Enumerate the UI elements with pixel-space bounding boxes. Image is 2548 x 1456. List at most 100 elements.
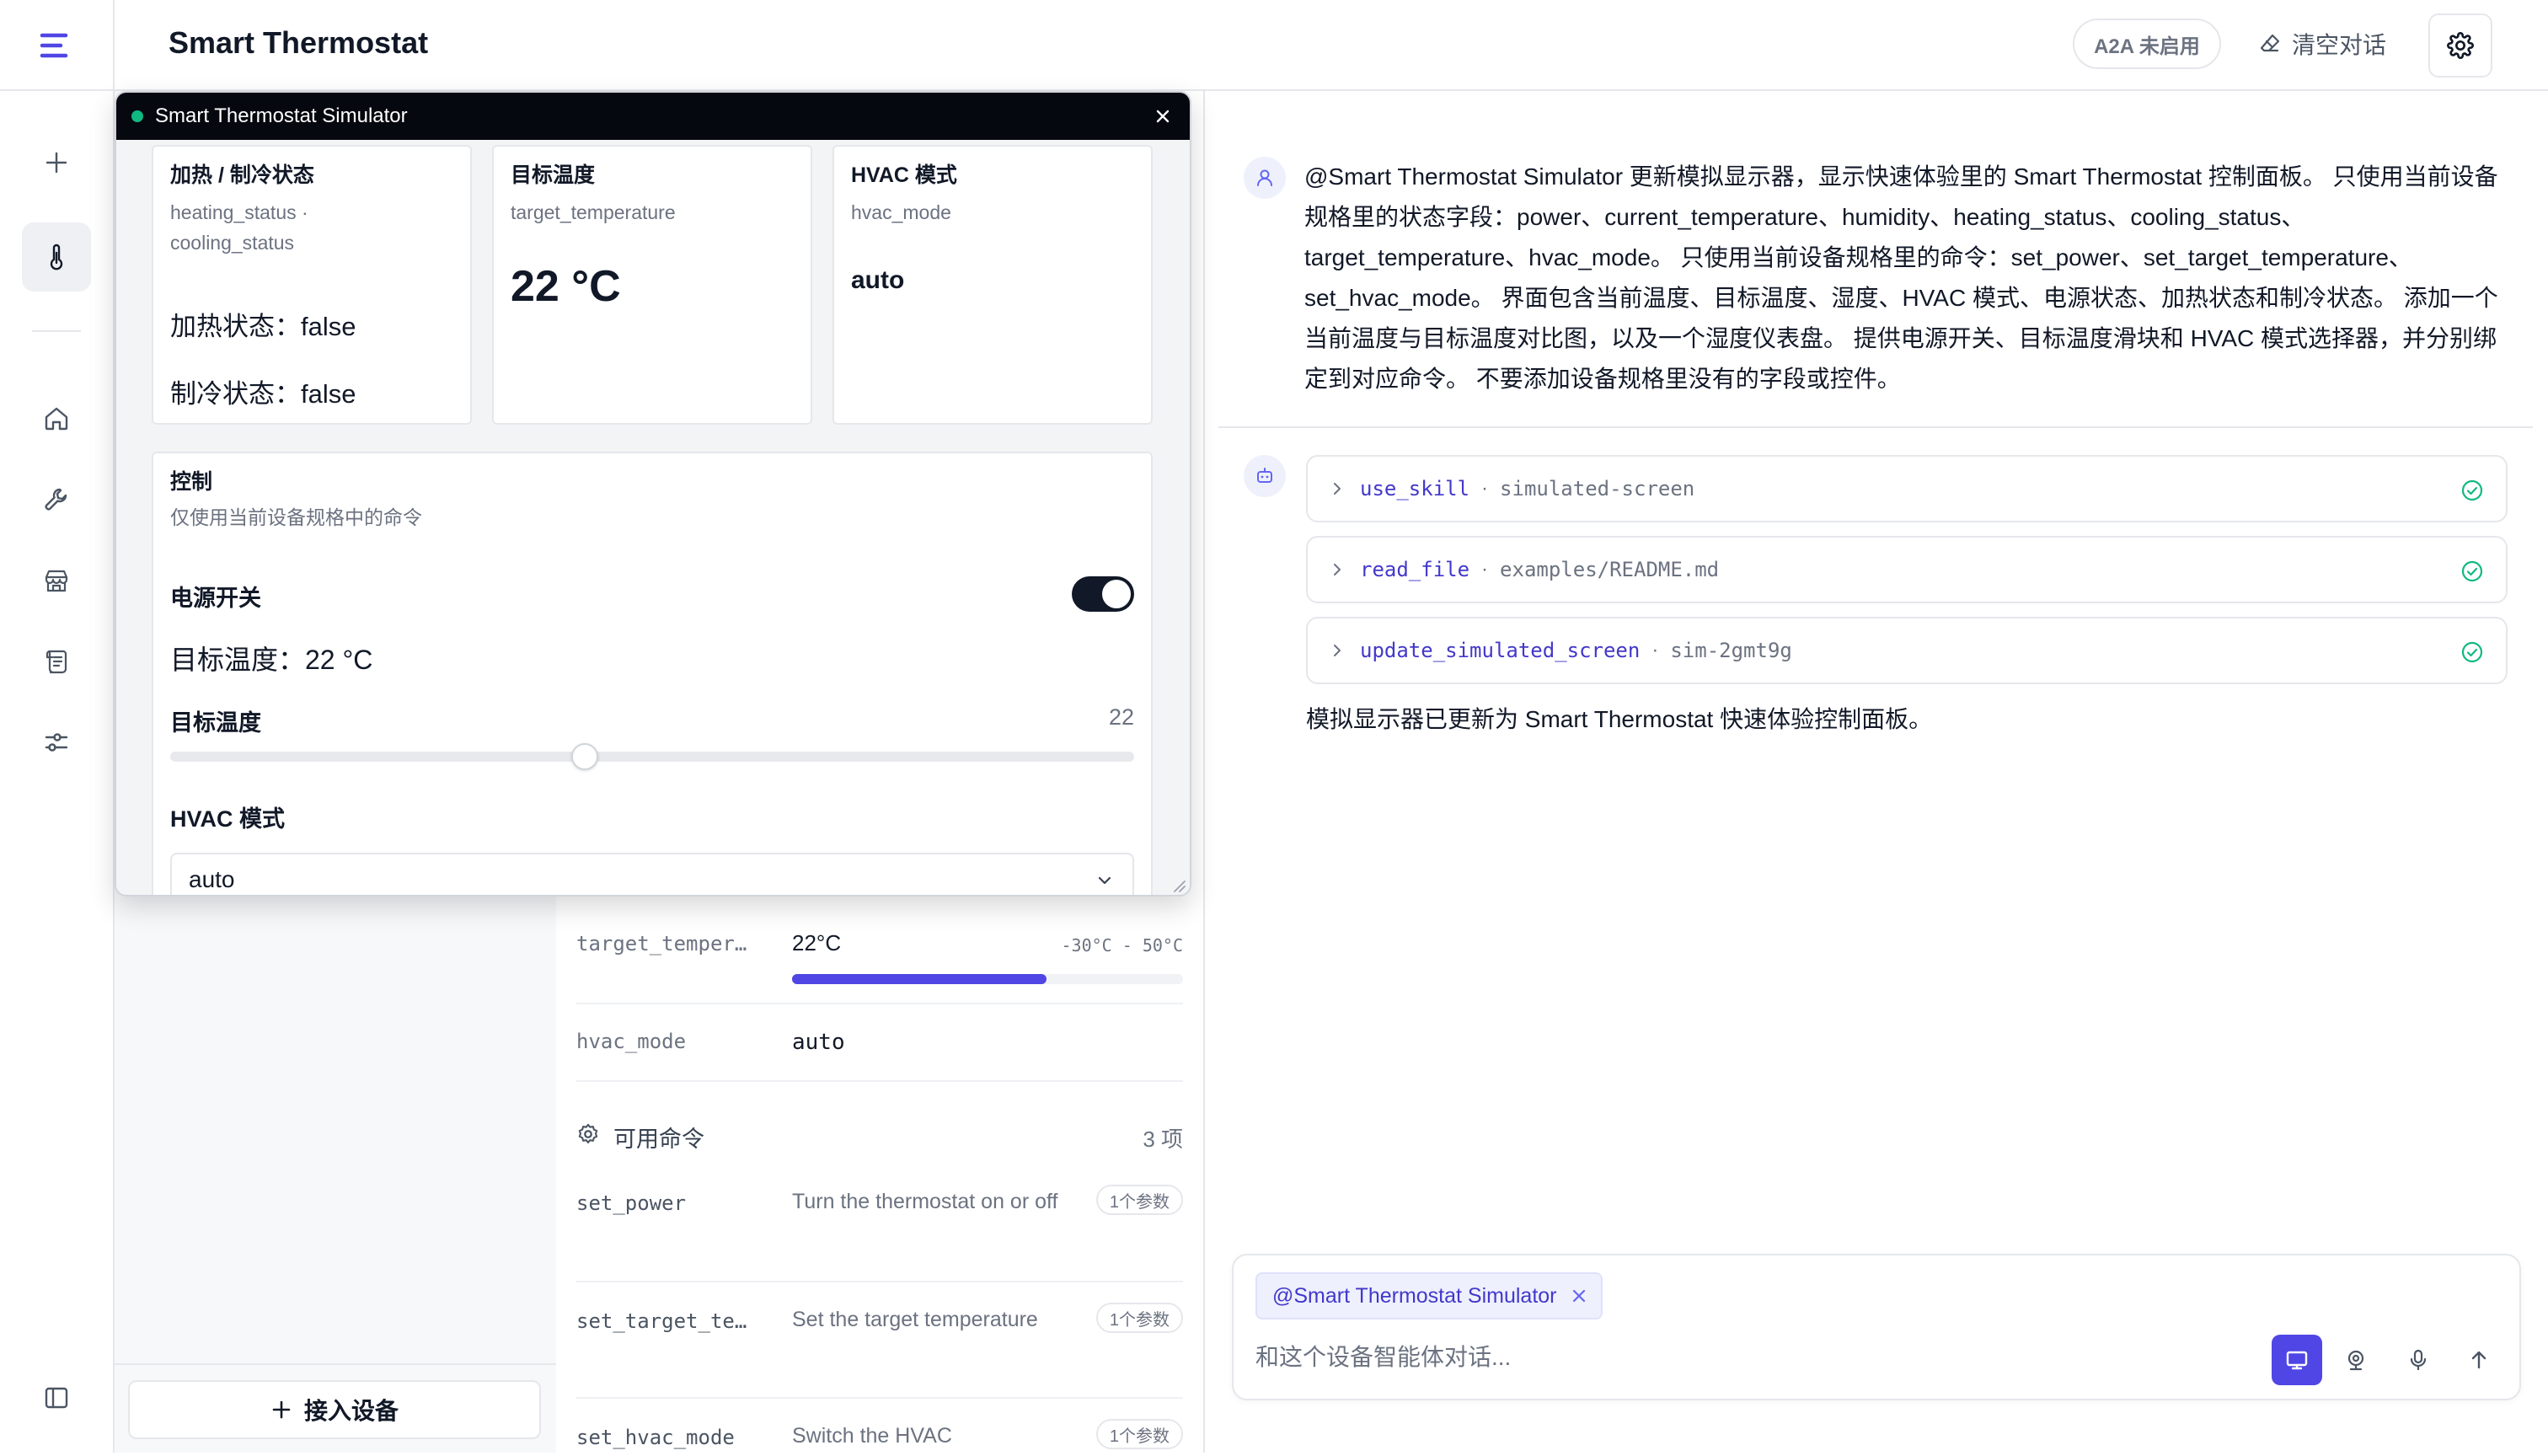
camera-button[interactable] (2331, 1335, 2381, 1385)
target-temperature-line: 目标温度：22 °C (170, 645, 373, 675)
sidebar-item-home[interactable] (22, 384, 91, 453)
tool-call-read-file[interactable]: read_file · examples/README.md (1306, 536, 2508, 603)
tool-argument: simulated-screen (1500, 477, 1695, 500)
gear-icon (2447, 32, 2474, 59)
card-subtitle: heating_status · cooling_status (170, 197, 308, 258)
command-name: set_power (576, 1191, 687, 1215)
clear-conversation-button[interactable]: 清空对话 (2258, 19, 2386, 69)
power-toggle[interactable] (1072, 576, 1134, 612)
target-temperature-value: 22 °C (511, 262, 621, 311)
sidebar-item-logs[interactable] (22, 627, 91, 696)
menu-icon[interactable] (34, 25, 74, 66)
arrow-up-icon (2466, 1347, 2492, 1373)
param-count-badge: 1个参数 (1095, 1303, 1183, 1333)
target-temperature-bar (792, 974, 1183, 984)
command-description: Switch the HVAC (792, 1424, 952, 1448)
commands-header: 可用命令 3 项 (576, 1111, 1183, 1161)
slider-value: 22 (1108, 704, 1134, 730)
power-switch-label: 电源开关 (170, 586, 261, 611)
tool-name: update_simulated_screen (1360, 639, 1641, 662)
add-device-label: 接入设备 (303, 1398, 399, 1424)
command-row-set-hvac-mode[interactable]: set_hvac_mode Switch the HVAC 1个参数 (576, 1397, 1183, 1453)
bot-reply: 模拟显示器已更新为 Smart Thermostat 快速体验控制面板。 (1306, 706, 1933, 732)
microphone-button[interactable] (2393, 1335, 2444, 1385)
a2a-status-badge[interactable]: A2A 未启用 (2073, 19, 2221, 69)
card-subtitle: target_temperature (511, 201, 676, 223)
wrench-icon (42, 485, 71, 514)
mention-chip[interactable]: @Smart Thermostat Simulator (1255, 1272, 1603, 1320)
simulator-body: 加热 / 制冷状态 heating_status · cooling_statu… (116, 140, 1190, 895)
card-title: 目标温度 (511, 163, 596, 187)
heat-cool-status-card: 加热 / 制冷状态 heating_status · cooling_statu… (152, 145, 472, 425)
commands-count: 3 项 (1143, 1127, 1183, 1152)
sidebar-item-store[interactable] (22, 546, 91, 615)
command-row-set-target-temperature[interactable]: set_target_te… Set the target temperatur… (576, 1281, 1183, 1399)
plus-icon (270, 1399, 292, 1421)
resize-handle-icon[interactable] (1168, 875, 1186, 893)
chevron-right-icon (1330, 643, 1345, 658)
screen-mode-button[interactable] (2272, 1335, 2322, 1385)
mention-label: @Smart Thermostat Simulator (1272, 1283, 1557, 1308)
sidebar-item-thermostat[interactable] (22, 222, 91, 292)
heating-status-line: 加热状态：false (170, 312, 356, 341)
subtitle-line: cooling_status (170, 232, 295, 254)
close-icon[interactable] (1151, 104, 1175, 128)
state-key: hvac_mode (576, 1030, 687, 1053)
slider-thumb[interactable] (570, 743, 598, 770)
target-temperature-slider[interactable] (170, 743, 1134, 770)
state-key: target_temper… (576, 932, 747, 956)
message-composer: @Smart Thermostat Simulator (1232, 1254, 2521, 1400)
microphone-icon (2406, 1347, 2431, 1373)
command-row-set-power[interactable]: set_power Turn the thermostat on or off … (576, 1163, 1183, 1282)
target-temperature-card: 目标温度 target_temperature 22 °C (492, 145, 812, 425)
card-subtitle: hvac_mode (851, 201, 951, 223)
hvac-mode-select[interactable]: auto (170, 853, 1134, 895)
target-temperature-bar-fill (792, 974, 1046, 984)
slider-label: 目标温度 (170, 710, 261, 736)
eraser-icon (2258, 32, 2282, 56)
new-device-button[interactable] (22, 128, 91, 197)
tool-argument: examples/README.md (1500, 558, 1720, 581)
commands-title: 可用命令 (613, 1127, 704, 1152)
home-icon (42, 404, 71, 433)
state-row-hvac-mode: hvac_mode auto (576, 1003, 1183, 1082)
store-icon (42, 566, 71, 595)
clear-conversation-label: 清空对话 (2292, 32, 2387, 58)
check-circle-icon (2460, 640, 2484, 664)
webcam-icon (2343, 1347, 2369, 1373)
bot-avatar (1244, 455, 1286, 497)
sidebar (0, 91, 115, 1453)
gear-icon (576, 1122, 600, 1146)
card-title: 加热 / 制冷状态 (170, 163, 314, 187)
command-description: Turn the thermostat on or off (792, 1190, 1058, 1213)
sliders-icon (42, 728, 71, 757)
tool-call-update-simulated-screen[interactable]: update_simulated_screen · sim-2gmt9g (1306, 617, 2508, 684)
toggle-knob (1102, 580, 1131, 608)
simulator-title-bar[interactable]: Smart Thermostat Simulator (116, 93, 1190, 140)
thermometer-icon (42, 243, 71, 271)
settings-button[interactable] (2428, 13, 2492, 78)
sidebar-item-tools[interactable] (22, 465, 91, 534)
select-value: auto (189, 866, 235, 892)
toggle-sidebar-button[interactable] (22, 1363, 91, 1432)
state-row-target-temperature: target_temper… 22°C -30°C - 50°C (576, 922, 1183, 1004)
device-list-divider (115, 1363, 556, 1365)
command-name: set_hvac_mode (576, 1426, 735, 1449)
bot-icon (1254, 465, 1276, 487)
message-input[interactable] (1255, 1336, 2182, 1378)
card-title: HVAC 模式 (851, 163, 957, 187)
tool-name: use_skill (1360, 477, 1470, 500)
simulator-title: Smart Thermostat Simulator (155, 104, 408, 127)
tool-name: read_file (1360, 558, 1470, 581)
tool-call-use-skill[interactable]: use_skill · simulated-screen (1306, 455, 2508, 522)
controls-card: 控制 仅使用当前设备规格中的命令 电源开关 目标温度：22 °C 目标温度 22… (152, 452, 1153, 895)
send-button[interactable] (2454, 1335, 2504, 1385)
close-icon[interactable] (1571, 1287, 1587, 1304)
hvac-select-label: HVAC 模式 (170, 806, 286, 832)
simulator-window: Smart Thermostat Simulator 加热 / 制冷状态 hea… (115, 91, 1191, 897)
tool-separator: · (1651, 639, 1659, 661)
chevron-right-icon (1330, 481, 1345, 496)
add-device-button[interactable]: 接入设备 (128, 1380, 541, 1439)
sidebar-item-settings[interactable] (22, 708, 91, 777)
cooling-status-line: 制冷状态：false (170, 379, 356, 409)
